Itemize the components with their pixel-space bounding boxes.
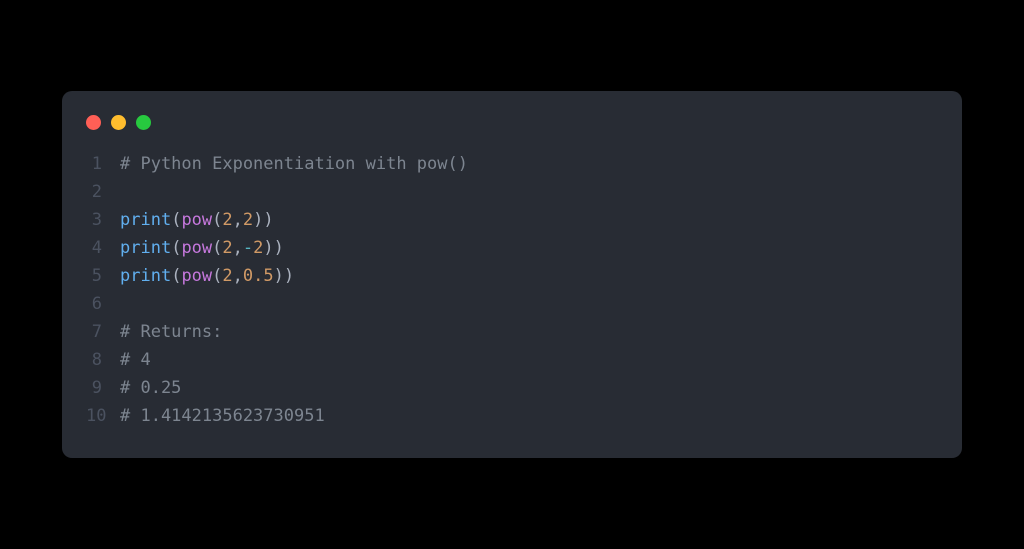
line-content: # 0.25 bbox=[120, 374, 181, 402]
line-number: 10 bbox=[86, 402, 120, 430]
line-content: print(pow(2,2)) bbox=[120, 206, 274, 234]
line-number: 5 bbox=[86, 262, 120, 290]
code-token: ( bbox=[212, 210, 222, 230]
code-token: ( bbox=[212, 238, 222, 258]
line-content: # Python Exponentiation with pow() bbox=[120, 150, 468, 178]
line-number: 1 bbox=[86, 150, 120, 178]
code-token: - bbox=[243, 238, 253, 258]
code-line: 8# 4 bbox=[62, 346, 962, 374]
code-token: , bbox=[233, 238, 243, 258]
line-number: 9 bbox=[86, 374, 120, 402]
code-token: # Python Exponentiation with pow() bbox=[120, 154, 468, 174]
code-token: ( bbox=[212, 266, 222, 286]
code-token: # 1.4142135623730951 bbox=[120, 406, 325, 426]
code-line: 10# 1.4142135623730951 bbox=[62, 402, 962, 430]
maximize-icon[interactable] bbox=[136, 115, 151, 130]
code-token: , bbox=[233, 210, 243, 230]
code-line: 7# Returns: bbox=[62, 318, 962, 346]
code-token: print bbox=[120, 266, 171, 286]
close-icon[interactable] bbox=[86, 115, 101, 130]
line-content: # 1.4142135623730951 bbox=[120, 402, 325, 430]
code-token: , bbox=[233, 266, 243, 286]
code-token: pow bbox=[181, 266, 212, 286]
line-content: print(pow(2,0.5)) bbox=[120, 262, 294, 290]
line-content: # 4 bbox=[120, 346, 151, 374]
line-content: # Returns: bbox=[120, 318, 222, 346]
code-token: 2 bbox=[253, 238, 263, 258]
code-line: 9# 0.25 bbox=[62, 374, 962, 402]
line-number: 3 bbox=[86, 206, 120, 234]
code-token: print bbox=[120, 238, 171, 258]
code-token: 2 bbox=[222, 266, 232, 286]
code-line: 6 bbox=[62, 290, 962, 318]
code-line: 2 bbox=[62, 178, 962, 206]
line-number: 2 bbox=[86, 178, 120, 206]
code-token: pow bbox=[181, 238, 212, 258]
code-token: 2 bbox=[222, 238, 232, 258]
code-token: 0.5 bbox=[243, 266, 274, 286]
line-number: 8 bbox=[86, 346, 120, 374]
code-token: )) bbox=[253, 210, 273, 230]
code-block: 1# Python Exponentiation with pow()23pri… bbox=[62, 150, 962, 430]
code-line: 1# Python Exponentiation with pow() bbox=[62, 150, 962, 178]
code-line: 5print(pow(2,0.5)) bbox=[62, 262, 962, 290]
line-content: print(pow(2,-2)) bbox=[120, 234, 284, 262]
code-window: 1# Python Exponentiation with pow()23pri… bbox=[62, 91, 962, 458]
code-line: 3print(pow(2,2)) bbox=[62, 206, 962, 234]
code-token: 2 bbox=[222, 210, 232, 230]
minimize-icon[interactable] bbox=[111, 115, 126, 130]
line-number: 4 bbox=[86, 234, 120, 262]
code-token: print bbox=[120, 210, 171, 230]
code-line: 4print(pow(2,-2)) bbox=[62, 234, 962, 262]
code-token: )) bbox=[263, 238, 283, 258]
window-titlebar bbox=[62, 115, 962, 150]
code-token: ( bbox=[171, 266, 181, 286]
code-token: ( bbox=[171, 238, 181, 258]
code-token: )) bbox=[274, 266, 294, 286]
line-number: 6 bbox=[86, 290, 120, 318]
line-number: 7 bbox=[86, 318, 120, 346]
code-token: pow bbox=[181, 210, 212, 230]
code-token: 2 bbox=[243, 210, 253, 230]
code-token: # Returns: bbox=[120, 322, 222, 342]
code-token: # 4 bbox=[120, 350, 151, 370]
code-token: # 0.25 bbox=[120, 378, 181, 398]
code-token: ( bbox=[171, 210, 181, 230]
